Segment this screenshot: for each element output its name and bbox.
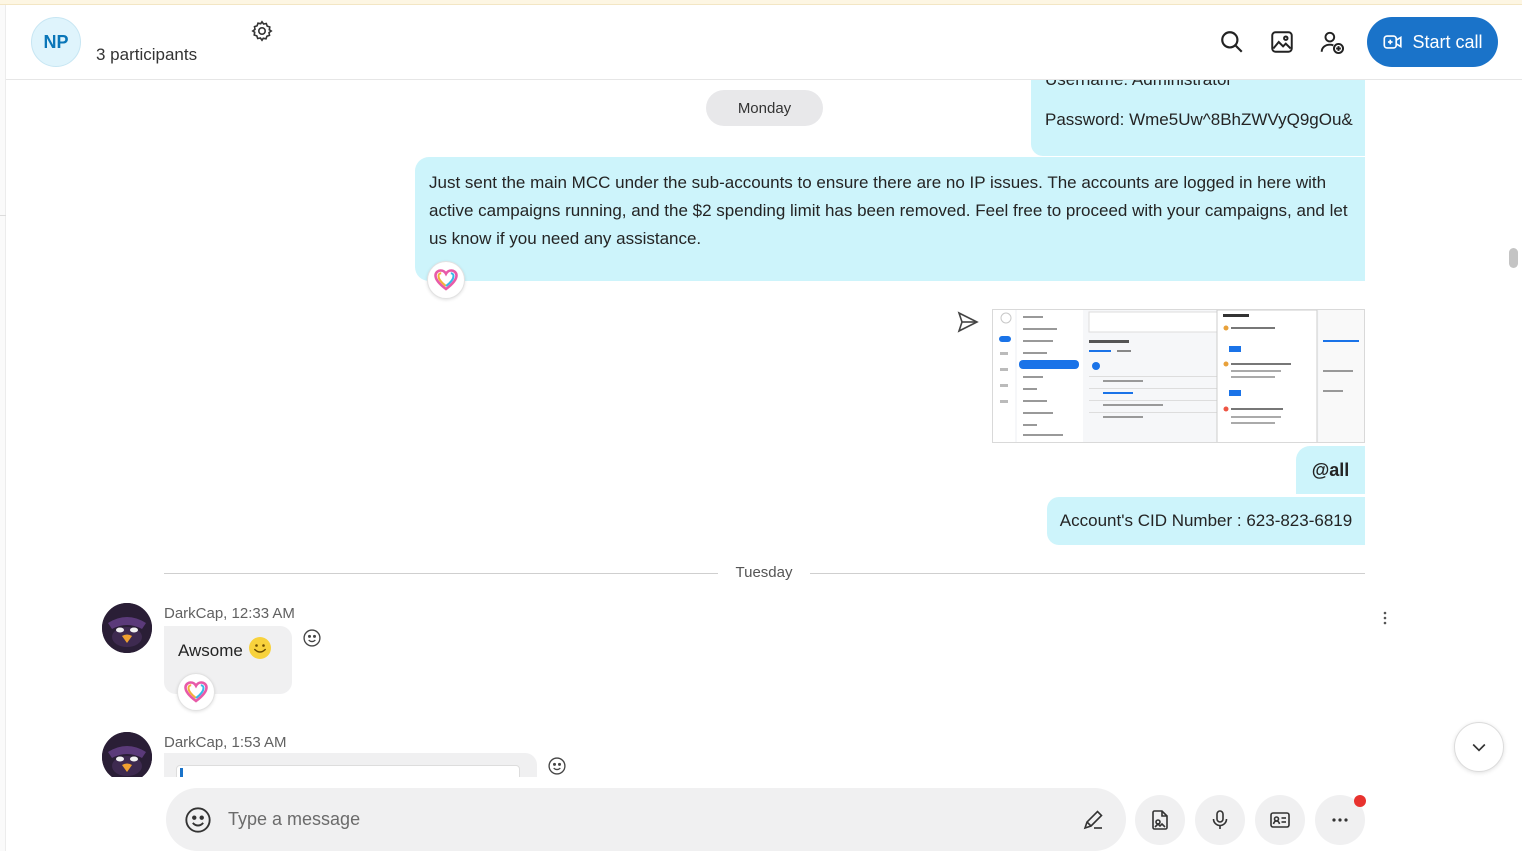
mention-message[interactable]: @all: [1296, 446, 1365, 494]
share-file-button[interactable]: [1135, 795, 1185, 845]
sender-avatar[interactable]: [102, 603, 152, 653]
add-person-icon[interactable]: [1319, 29, 1345, 55]
image-attachment[interactable]: [992, 309, 1365, 443]
video-call-icon: [1383, 35, 1403, 49]
mic-icon: [1212, 810, 1228, 829]
emoji-icon[interactable]: [184, 806, 212, 834]
heart-reaction[interactable]: [177, 673, 215, 711]
add-reaction-icon[interactable]: [547, 756, 567, 776]
message-composer: [166, 788, 1126, 851]
message-meta: DarkCap, 12:33 AM: [164, 605, 295, 622]
heart-icon: [184, 681, 208, 703]
day-divider-left: [164, 573, 718, 574]
darkcap-avatar-image: [102, 732, 152, 777]
file-icon: [1152, 810, 1168, 830]
message-more-icon[interactable]: [1380, 610, 1390, 626]
pen-icon[interactable]: [1081, 808, 1105, 832]
chat-header: NP 3 participants Start call: [6, 5, 1522, 80]
contact-card-icon: [1270, 812, 1290, 828]
darkcap-avatar-image: [102, 603, 152, 653]
credentials-message[interactable]: Username: Administrator Password: Wme5Uw…: [1031, 80, 1365, 156]
message-meta: DarkCap, 1:53 AM: [164, 734, 287, 751]
mcc-message-text: Just sent the main MCC under the sub-acc…: [429, 173, 1348, 248]
participants-count[interactable]: 3 participants: [96, 45, 197, 65]
gallery-icon[interactable]: [1269, 29, 1295, 55]
voice-message-button[interactable]: [1195, 795, 1245, 845]
mcc-message[interactable]: Just sent the main MCC under the sub-acc…: [415, 157, 1365, 281]
more-icon: [1332, 818, 1348, 822]
notification-dot: [1354, 795, 1366, 807]
chevron-down-icon: [1472, 743, 1486, 752]
group-avatar[interactable]: NP: [31, 17, 81, 67]
campaigns-screenshot-image: [993, 310, 1364, 442]
day-divider-right: [810, 573, 1365, 574]
file-card[interactable]: [176, 765, 520, 777]
sender-avatar[interactable]: [102, 732, 152, 777]
incoming-attachment-message[interactable]: [164, 753, 537, 777]
share-contact-button[interactable]: [1255, 795, 1305, 845]
day-label-monday: Monday: [706, 90, 823, 126]
scroll-to-bottom-button[interactable]: [1454, 722, 1504, 772]
smiley-emoji-icon: [249, 637, 271, 659]
heart-icon: [434, 269, 458, 291]
start-call-button[interactable]: Start call: [1367, 17, 1498, 67]
scrollbar-thumb[interactable]: [1509, 248, 1518, 268]
incoming-message-text: Awsome: [178, 641, 243, 660]
settings-icon[interactable]: [250, 19, 274, 43]
cid-message[interactable]: Account's CID Number : 623-823-6819: [1047, 497, 1365, 545]
credentials-username: Username: Administrator: [1045, 80, 1351, 94]
mention-text: @all: [1311, 460, 1350, 480]
send-status-icon: [957, 311, 979, 333]
start-call-label: Start call: [1412, 31, 1483, 52]
add-reaction-icon[interactable]: [302, 628, 322, 648]
heart-reaction[interactable]: [427, 261, 465, 299]
file-card-accent: [180, 768, 183, 777]
message-list[interactable]: Username: Administrator Password: Wme5Uw…: [6, 80, 1506, 777]
cid-message-text: Account's CID Number : 623-823-6819: [1059, 511, 1353, 530]
search-icon[interactable]: [1219, 29, 1245, 55]
message-input[interactable]: [228, 804, 1068, 834]
credentials-password: Password: Wme5Uw^8BhZWVyQ9gOu&: [1045, 110, 1353, 129]
day-label-tuesday: Tuesday: [718, 564, 810, 581]
